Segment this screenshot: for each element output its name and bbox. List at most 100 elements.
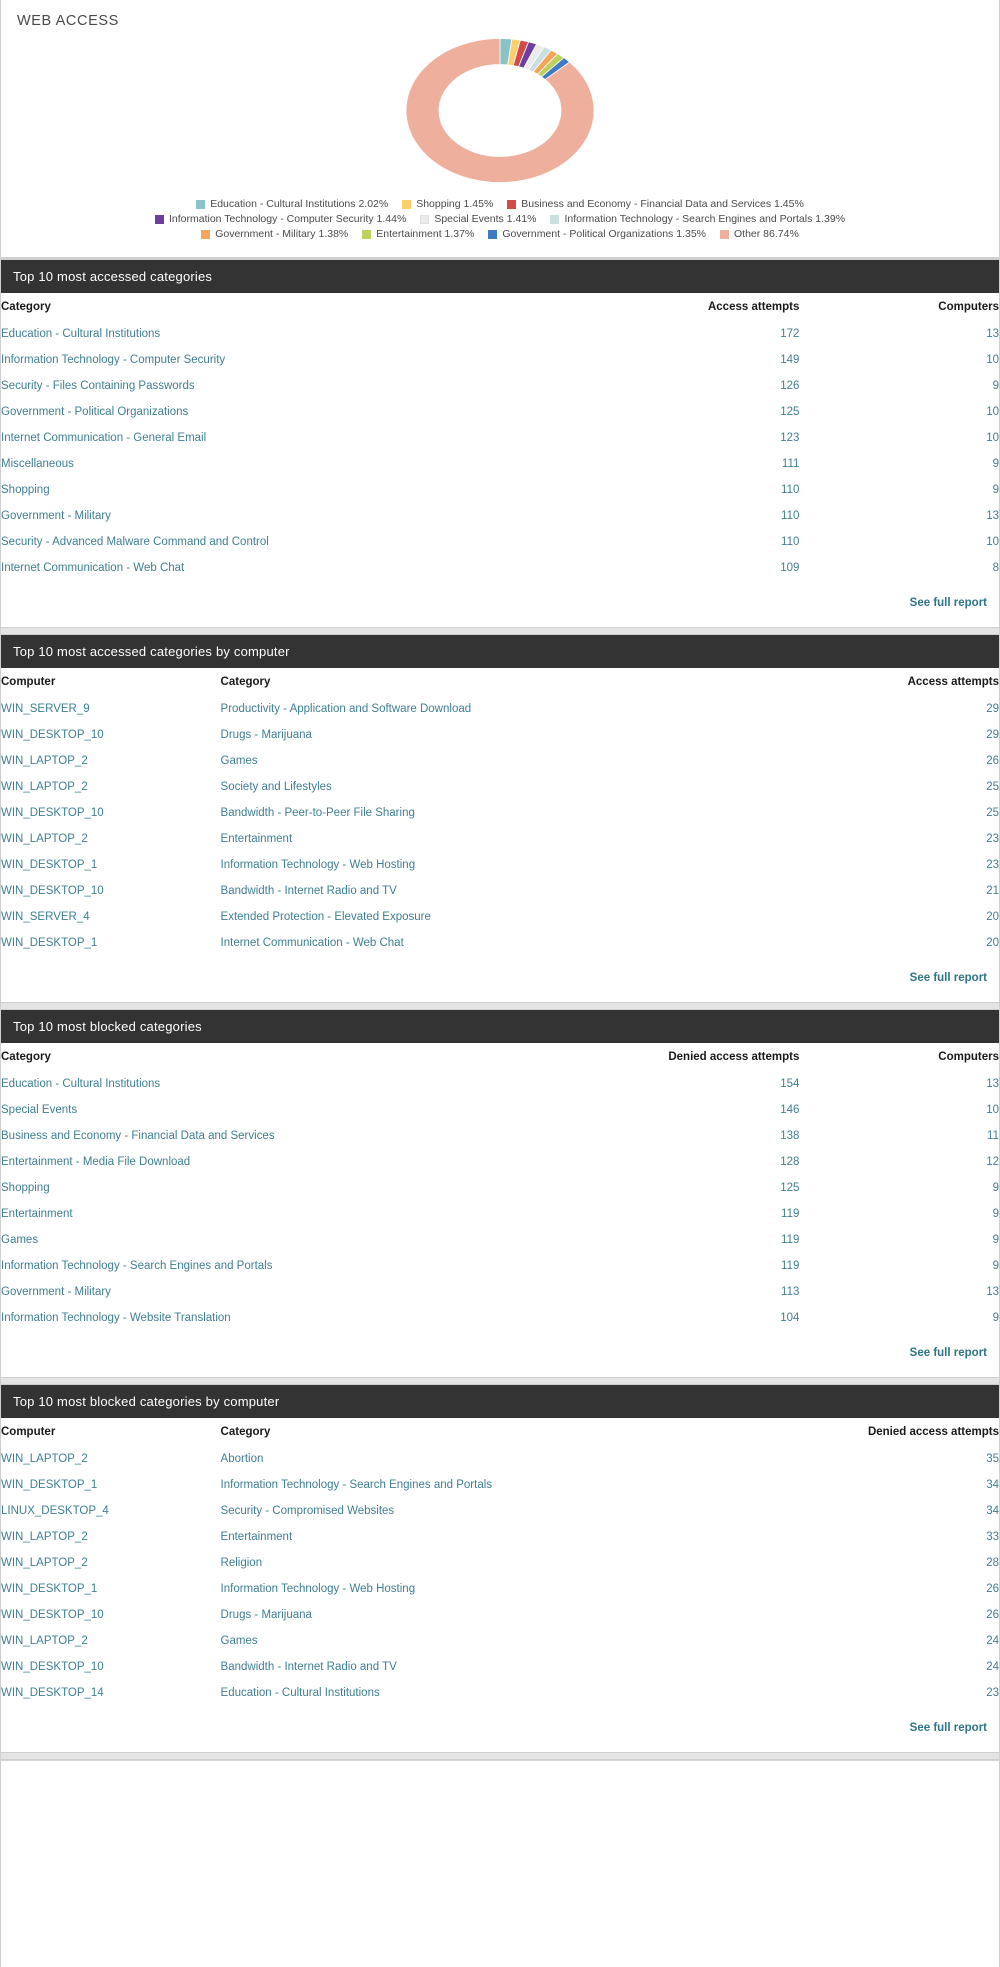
- computer-link[interactable]: WIN_DESKTOP_10: [1, 729, 104, 741]
- category-link[interactable]: Shopping: [1, 484, 50, 496]
- legend-item[interactable]: Education - Cultural Institutions 2.02%: [196, 198, 388, 210]
- column-header[interactable]: Computer: [1, 668, 221, 696]
- table-cell: Internet Communication - General Email: [1, 425, 580, 451]
- computer-link[interactable]: WIN_LAPTOP_2: [1, 781, 88, 793]
- category-link[interactable]: Information Technology - Search Engines …: [1, 1260, 272, 1272]
- category-link[interactable]: Information Technology - Computer Securi…: [1, 354, 225, 366]
- category-link[interactable]: Information Technology - Web Hosting: [221, 1583, 416, 1595]
- computer-link[interactable]: WIN_SERVER_9: [1, 703, 90, 715]
- column-header[interactable]: Category: [1, 1043, 580, 1071]
- column-header[interactable]: Denied access attempts: [580, 1043, 799, 1071]
- category-link[interactable]: Internet Communication - Web Chat: [1, 562, 184, 574]
- table-row: WIN_LAPTOP_2 Religion 28: [1, 1550, 999, 1576]
- table-cell: Business and Economy - Financial Data an…: [1, 1123, 580, 1149]
- column-header[interactable]: Computer: [1, 1418, 221, 1446]
- category-link[interactable]: Information Technology - Search Engines …: [221, 1479, 492, 1491]
- legend-item[interactable]: Entertainment 1.37%: [362, 228, 474, 240]
- category-link[interactable]: Games: [221, 1635, 258, 1647]
- computer-link[interactable]: WIN_DESKTOP_14: [1, 1687, 104, 1699]
- category-link[interactable]: Bandwidth - Peer-to-Peer File Sharing: [221, 807, 415, 819]
- computer-link[interactable]: LINUX_DESKTOP_4: [1, 1505, 109, 1517]
- category-link[interactable]: Information Technology - Website Transla…: [1, 1312, 231, 1324]
- table-row: WIN_DESKTOP_10 Bandwidth - Peer-to-Peer F…: [1, 800, 999, 826]
- category-link[interactable]: Education - Cultural Institutions: [1, 328, 160, 340]
- legend-color-swatch: [507, 199, 517, 209]
- legend-item[interactable]: Information Technology - Computer Securi…: [154, 213, 406, 225]
- table-cell: 138: [780, 1130, 800, 1142]
- category-link[interactable]: Security - Advanced Malware Command and …: [1, 536, 269, 548]
- legend-color-swatch: [362, 229, 372, 239]
- computer-link[interactable]: WIN_LAPTOP_2: [1, 1635, 88, 1647]
- see-full-report-link[interactable]: See full report: [910, 597, 987, 609]
- see-full-report-link[interactable]: See full report: [910, 1722, 987, 1734]
- column-header[interactable]: Computers: [799, 1043, 999, 1071]
- legend-label: Education - Cultural Institutions 2.02%: [210, 198, 389, 210]
- computer-link[interactable]: WIN_LAPTOP_2: [1, 833, 88, 845]
- column-header[interactable]: Category: [221, 1418, 780, 1446]
- category-link[interactable]: Games: [221, 755, 258, 767]
- legend-item[interactable]: Government - Military 1.38%: [201, 228, 348, 240]
- category-link[interactable]: Internet Communication - Web Chat: [221, 937, 404, 949]
- category-link[interactable]: Productivity - Application and Software …: [221, 703, 472, 715]
- legend-item[interactable]: Information Technology - Search Engines …: [550, 213, 845, 225]
- column-header[interactable]: Category: [221, 668, 780, 696]
- table-cell: Security - Compromised Websites: [221, 1498, 780, 1524]
- category-link[interactable]: Society and Lifestyles: [221, 781, 332, 793]
- computer-link[interactable]: WIN_DESKTOP_10: [1, 807, 104, 819]
- computer-link[interactable]: WIN_DESKTOP_10: [1, 1661, 104, 1673]
- category-link[interactable]: Special Events: [1, 1104, 77, 1116]
- category-link[interactable]: Religion: [221, 1557, 263, 1569]
- legend-item[interactable]: Business and Economy - Financial Data an…: [507, 198, 804, 210]
- category-link[interactable]: Education - Cultural Institutions: [221, 1687, 380, 1699]
- category-link[interactable]: Education - Cultural Institutions: [1, 1078, 160, 1090]
- computer-link[interactable]: WIN_LAPTOP_2: [1, 1531, 88, 1543]
- category-link[interactable]: Entertainment: [1, 1208, 73, 1220]
- column-header[interactable]: Category: [1, 293, 580, 321]
- computer-link[interactable]: WIN_LAPTOP_2: [1, 1557, 88, 1569]
- data-table: Computer Category Access attempts WIN_SERVE…: [1, 668, 999, 956]
- legend-item[interactable]: Other 86.74%: [720, 228, 799, 240]
- category-link[interactable]: Drugs - Marijuana: [221, 1609, 312, 1621]
- category-link[interactable]: Drugs - Marijuana: [221, 729, 312, 741]
- table-cell: 9: [992, 380, 999, 392]
- computer-link[interactable]: WIN_SERVER_4: [1, 911, 90, 923]
- category-link[interactable]: Information Technology - Web Hosting: [221, 859, 416, 871]
- category-link[interactable]: Business and Economy - Financial Data an…: [1, 1130, 275, 1142]
- category-link[interactable]: Government - Political Organizations: [1, 406, 188, 418]
- category-link[interactable]: Entertainment - Media File Download: [1, 1156, 190, 1168]
- category-link[interactable]: Government - Military: [1, 510, 111, 522]
- computer-link[interactable]: WIN_DESKTOP_1: [1, 1583, 97, 1595]
- see-full-report-link[interactable]: See full report: [910, 972, 987, 984]
- category-link[interactable]: Entertainment: [221, 833, 293, 845]
- computer-link[interactable]: WIN_DESKTOP_1: [1, 1479, 97, 1491]
- category-link[interactable]: Games: [1, 1234, 38, 1246]
- category-link[interactable]: Abortion: [221, 1453, 264, 1465]
- column-header[interactable]: Computers: [799, 293, 999, 321]
- table-cell: WIN_DESKTOP_10: [1, 722, 221, 748]
- category-link[interactable]: Bandwidth - Internet Radio and TV: [221, 1661, 397, 1673]
- category-link[interactable]: Security - Files Containing Passwords: [1, 380, 195, 392]
- legend-item[interactable]: Government - Political Organizations 1.3…: [488, 228, 706, 240]
- category-link[interactable]: Internet Communication - General Email: [1, 432, 206, 444]
- column-header[interactable]: Access attempts: [779, 668, 999, 696]
- computer-link[interactable]: WIN_DESKTOP_10: [1, 885, 104, 897]
- category-link[interactable]: Entertainment: [221, 1531, 293, 1543]
- computer-link[interactable]: WIN_DESKTOP_10: [1, 1609, 104, 1621]
- computer-link[interactable]: WIN_LAPTOP_2: [1, 755, 88, 767]
- computer-link[interactable]: WIN_LAPTOP_2: [1, 1453, 88, 1465]
- category-link[interactable]: Government - Military: [1, 1286, 111, 1298]
- category-link[interactable]: Shopping: [1, 1182, 50, 1194]
- table-cell: WIN_LAPTOP_2: [1, 1446, 221, 1472]
- category-link[interactable]: Security - Compromised Websites: [221, 1505, 395, 1517]
- category-link[interactable]: Bandwidth - Internet Radio and TV: [221, 885, 397, 897]
- category-link[interactable]: Miscellaneous: [1, 458, 74, 470]
- see-full-report-link[interactable]: See full report: [910, 1347, 987, 1359]
- computer-link[interactable]: WIN_DESKTOP_1: [1, 937, 97, 949]
- category-link[interactable]: Extended Protection - Elevated Exposure: [221, 911, 431, 923]
- legend-item[interactable]: Shopping 1.45%: [402, 198, 493, 210]
- computer-link[interactable]: WIN_DESKTOP_1: [1, 859, 97, 871]
- table-cell: 10: [986, 432, 999, 444]
- column-header[interactable]: Access attempts: [580, 293, 799, 321]
- column-header[interactable]: Denied access attempts: [779, 1418, 999, 1446]
- legend-item[interactable]: Special Events 1.41%: [420, 213, 536, 225]
